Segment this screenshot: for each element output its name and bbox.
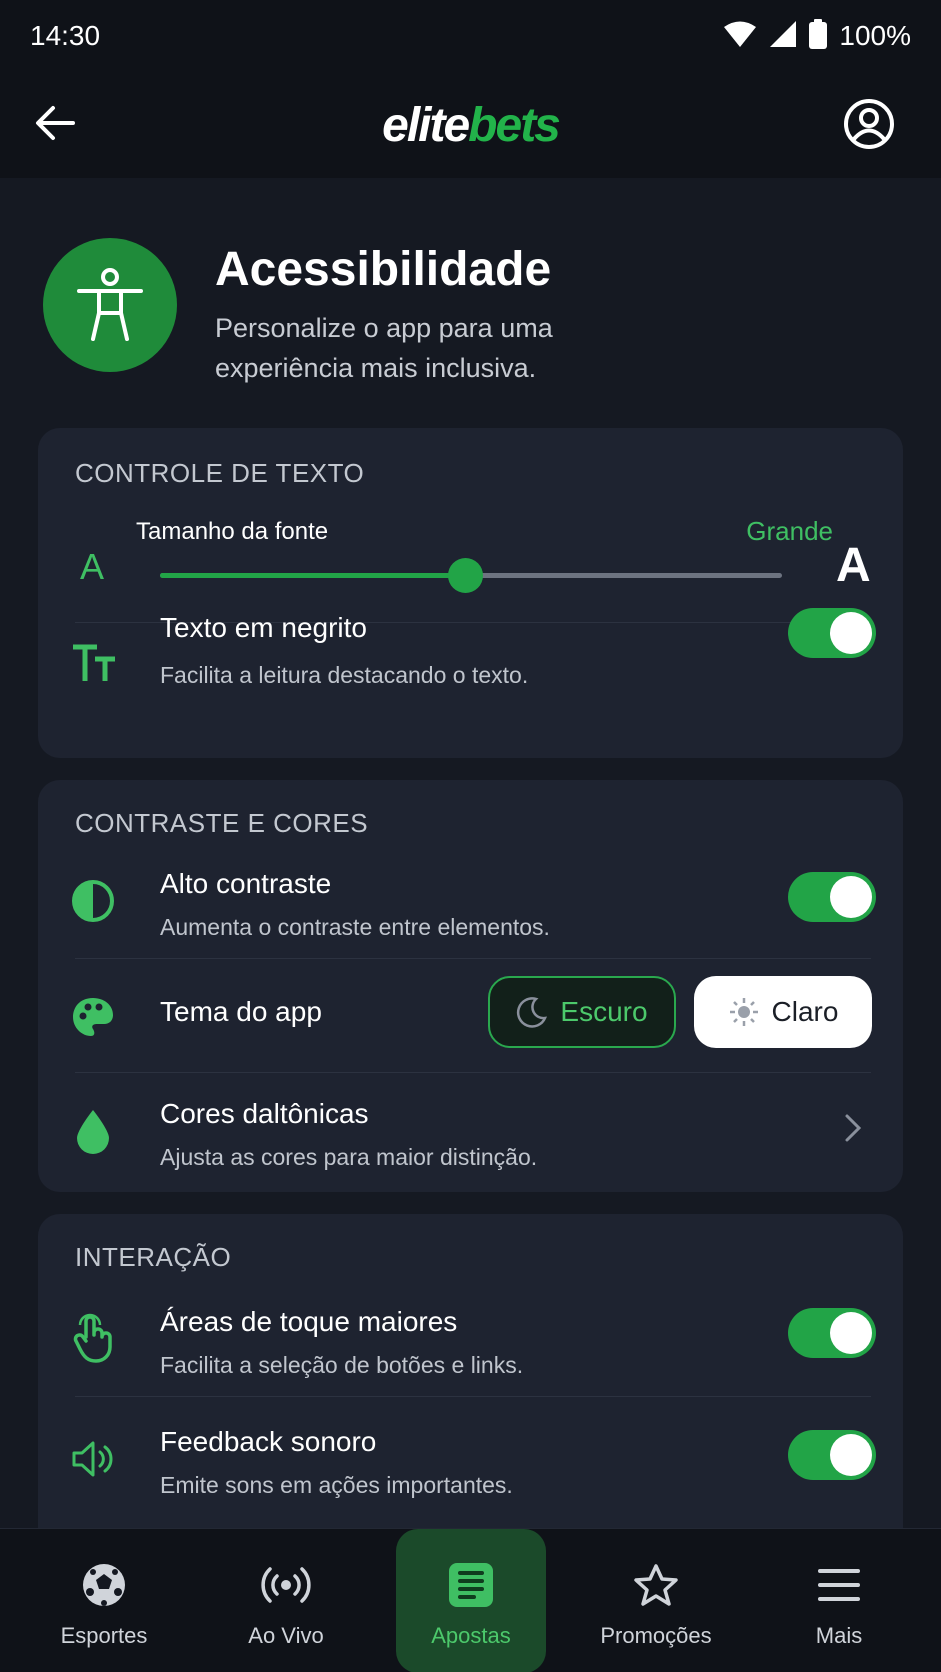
status-icons: 100% bbox=[723, 18, 911, 54]
nav-label: Apostas bbox=[431, 1623, 511, 1648]
high-contrast-toggle[interactable] bbox=[788, 872, 876, 922]
contrast-icon bbox=[70, 878, 116, 924]
bet-slip-icon bbox=[443, 1557, 499, 1613]
high-contrast-desc: Aumenta o contraste entre elementos. bbox=[160, 914, 550, 940]
app-theme-label: Tema do app bbox=[160, 996, 322, 1027]
touch-areas-label: Áreas de toque maiores bbox=[160, 1306, 458, 1337]
nav-label: Ao Vivo bbox=[248, 1623, 324, 1648]
bottom-navigation: Esportes Ao Vivo Apostas Promoções Mais bbox=[0, 1528, 941, 1672]
divider bbox=[75, 1396, 871, 1397]
menu-icon bbox=[811, 1557, 867, 1613]
logo-part-elite: elite bbox=[382, 98, 470, 152]
text-size-icon bbox=[70, 638, 120, 688]
section-title-text-control: CONTROLE DE TEXTO bbox=[75, 458, 365, 488]
nav-item-promocoes[interactable]: Promoções bbox=[581, 1529, 731, 1672]
bold-text-toggle[interactable] bbox=[788, 608, 876, 658]
toggle-knob bbox=[830, 612, 872, 654]
moon-icon bbox=[517, 997, 548, 1028]
font-size-slider-thumb[interactable] bbox=[447, 558, 483, 593]
touch-areas-toggle[interactable] bbox=[788, 1308, 876, 1358]
toggle-knob bbox=[830, 876, 872, 918]
bold-text-label: Texto em negrito bbox=[160, 612, 367, 643]
nav-label: Mais bbox=[815, 1623, 863, 1648]
section-title-interaction: INTERAÇÃO bbox=[75, 1242, 232, 1272]
section-title-contrast: CONTRASTE E CORES bbox=[75, 808, 369, 838]
status-time: 14:30 bbox=[30, 20, 101, 51]
nav-item-mais[interactable]: Mais bbox=[764, 1529, 914, 1672]
sound-feedback-label: Feedback sonoro bbox=[160, 1426, 377, 1457]
interaction-card: INTERAÇÃO Áreas de toque maiores Facilit… bbox=[38, 1214, 903, 1554]
theme-dark-button[interactable]: Escuro bbox=[488, 976, 676, 1048]
app-logo: elitebets bbox=[382, 98, 561, 153]
page-subtitle: Personalize o app para uma experiência m… bbox=[215, 313, 553, 383]
divider bbox=[75, 1072, 871, 1073]
theme-light-label: Claro bbox=[771, 996, 839, 1027]
font-size-label: Tamanho da fonte bbox=[136, 518, 329, 545]
sound-feedback-desc: Emite sons em ações importantes. bbox=[160, 1472, 513, 1498]
star-icon bbox=[628, 1557, 684, 1613]
accessibility-badge bbox=[43, 238, 177, 372]
high-contrast-label: Alto contraste bbox=[160, 868, 332, 899]
bold-text-desc: Facilita a leitura destacando o texto. bbox=[160, 662, 529, 688]
signal-icon bbox=[769, 20, 797, 53]
chevron-right-icon[interactable] bbox=[840, 1110, 866, 1146]
touch-areas-desc: Facilita a seleção de botões e links. bbox=[160, 1352, 524, 1378]
battery-icon bbox=[809, 18, 828, 54]
app-root: 14:30 100% elitebets Acessibilidade Pers… bbox=[0, 0, 941, 1672]
profile-button[interactable] bbox=[841, 96, 897, 152]
touch-hand-icon bbox=[70, 1312, 116, 1364]
nav-label: Promoções bbox=[600, 1623, 712, 1648]
page-title: Acessibilidade bbox=[215, 243, 552, 296]
page-intro: Acessibilidade Personalize o app para um… bbox=[43, 238, 903, 383]
colorblind-desc: Ajusta as cores para maior distinção. bbox=[160, 1144, 538, 1170]
palette-icon bbox=[70, 994, 116, 1040]
toggle-knob bbox=[830, 1434, 872, 1476]
nav-item-esportes[interactable]: Esportes bbox=[29, 1529, 179, 1672]
divider bbox=[75, 958, 871, 959]
font-large-a-icon: A bbox=[836, 539, 871, 592]
nav-item-apostas[interactable]: Apostas bbox=[396, 1529, 546, 1672]
arrow-left-icon bbox=[36, 106, 75, 140]
nav-item-ao-vivo[interactable]: Ao Vivo bbox=[211, 1529, 361, 1672]
status-bar: 14:30 100% bbox=[0, 0, 941, 72]
logo-part-bets: bets bbox=[468, 98, 561, 152]
wifi-icon bbox=[723, 20, 757, 53]
colorblind-label: Cores daltônicas bbox=[160, 1098, 369, 1129]
live-broadcast-icon bbox=[258, 1557, 314, 1613]
water-drop-icon bbox=[72, 1106, 114, 1156]
font-size-slider[interactable] bbox=[160, 558, 782, 593]
user-profile-icon bbox=[844, 99, 894, 149]
back-button[interactable] bbox=[30, 98, 80, 148]
app-header: elitebets bbox=[0, 72, 941, 178]
font-size-value: Grande bbox=[746, 516, 833, 546]
contrast-colors-card: CONTRASTE E CORES Alto contraste Aumenta… bbox=[38, 780, 903, 1192]
text-control-card: CONTROLE DE TEXTO Tamanho da fonte Grand… bbox=[38, 428, 903, 758]
sun-icon bbox=[729, 998, 758, 1026]
accessibility-person-icon bbox=[77, 268, 143, 341]
theme-light-button[interactable]: Claro bbox=[694, 976, 872, 1048]
battery-percent: 100% bbox=[839, 20, 911, 51]
theme-dark-label: Escuro bbox=[560, 996, 648, 1027]
sound-feedback-toggle[interactable] bbox=[788, 1430, 876, 1480]
speaker-icon bbox=[70, 1436, 116, 1482]
nav-label: Esportes bbox=[60, 1623, 148, 1648]
soccer-ball-icon bbox=[76, 1557, 132, 1613]
font-size-slider-fill bbox=[160, 573, 465, 578]
toggle-knob bbox=[830, 1312, 872, 1354]
font-small-a-icon: A bbox=[80, 546, 105, 587]
